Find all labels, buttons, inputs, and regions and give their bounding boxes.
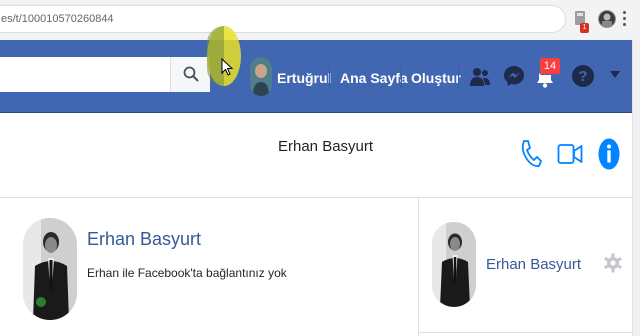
video-call-icon[interactable] xyxy=(557,143,583,165)
nav-home-link[interactable]: Ana Sayfa xyxy=(340,70,408,86)
phone-call-icon[interactable] xyxy=(520,139,542,169)
divider xyxy=(419,332,632,333)
contact-info-photo[interactable] xyxy=(432,222,476,307)
search-icon xyxy=(183,66,199,82)
info-icon[interactable] xyxy=(598,138,620,170)
conversation-title[interactable]: Erhan Basyurt xyxy=(87,229,201,250)
svg-text:?: ? xyxy=(578,68,587,85)
mouse-cursor-icon xyxy=(221,58,233,76)
browser-menu-icon[interactable] xyxy=(622,11,628,29)
page-scrollbar[interactable] xyxy=(632,40,640,336)
account-dropdown-icon[interactable] xyxy=(610,71,620,79)
help-icon[interactable]: ? xyxy=(571,64,595,88)
nav-create-link[interactable]: Oluştur xyxy=(411,70,461,86)
nav-divider xyxy=(458,66,459,88)
messenger-icon[interactable] xyxy=(502,64,526,88)
browser-toolbar: es/t/100010570260844 1 xyxy=(0,0,640,40)
address-bar[interactable]: es/t/100010570260844 xyxy=(0,5,566,33)
connection-status-text: Erhan ile Facebook'ta bağlantınız yok xyxy=(87,266,287,280)
browser-profile-avatar[interactable] xyxy=(598,10,616,28)
gear-icon[interactable] xyxy=(604,253,622,273)
nav-user-name[interactable]: Ertuğrul xyxy=(277,70,331,86)
user-avatar[interactable] xyxy=(250,57,272,96)
search-button[interactable] xyxy=(170,57,210,92)
nav-divider xyxy=(329,66,330,88)
friend-requests-icon[interactable] xyxy=(469,66,491,88)
url-text[interactable]: es/t/100010570260844 xyxy=(1,13,114,25)
nav-divider xyxy=(401,66,402,88)
contact-profile-photo[interactable] xyxy=(23,218,77,320)
search-input[interactable] xyxy=(0,57,170,92)
contact-info-name[interactable]: Erhan Basyurt xyxy=(486,256,581,273)
chat-contact-name: Erhan Basyurt xyxy=(278,138,374,155)
notification-badge: 14 xyxy=(539,57,561,75)
extension-badge: 1 xyxy=(580,23,589,33)
cursor-highlight xyxy=(207,26,241,86)
